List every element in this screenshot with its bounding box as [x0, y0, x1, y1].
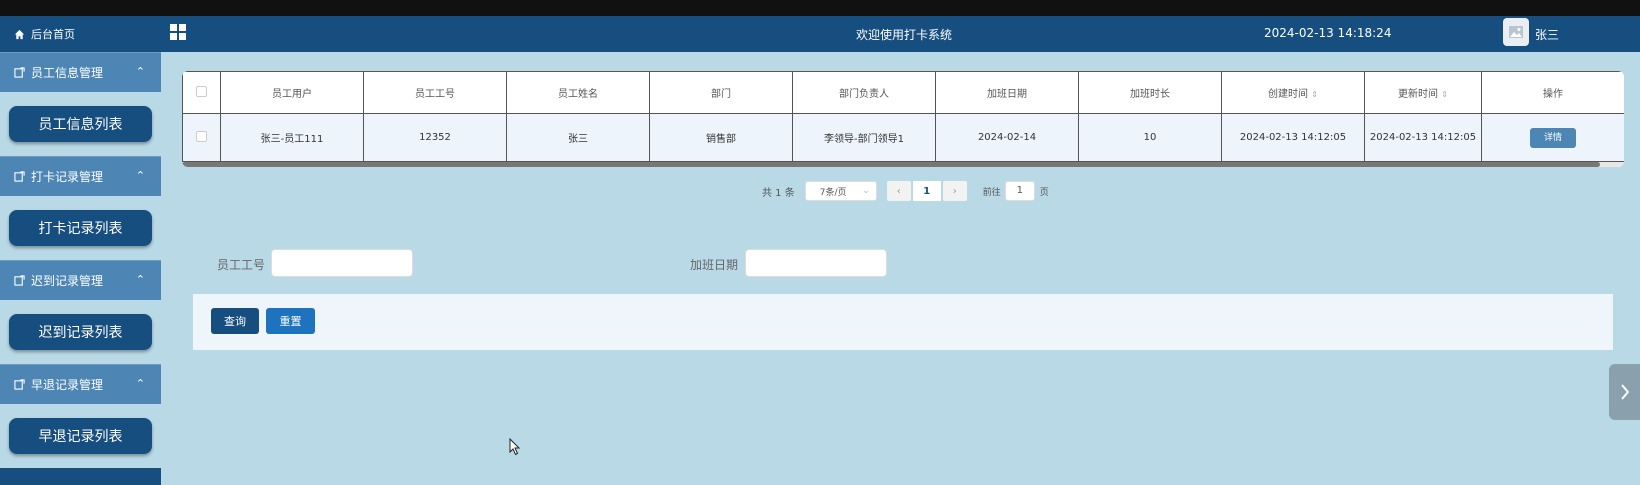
window-top-strip	[0, 0, 1640, 16]
button-bar: 查询 重置	[193, 294, 1613, 350]
sidebar-group-clock[interactable]: 打卡记录管理 ⌃	[0, 156, 161, 196]
edit-icon	[14, 67, 25, 78]
sidebar-sub: 迟到记录列表	[0, 300, 161, 364]
sort-icon[interactable]: ⇕	[1311, 90, 1318, 99]
ot-date-input[interactable]	[745, 249, 887, 277]
cell-updated: 2024-02-13 14:12:05	[1364, 113, 1482, 162]
sidebar: 后台首页 员工信息管理 ⌃ 员工信息列表 打卡记录管理 ⌃ 打卡记录列表 迟到记…	[0, 16, 161, 485]
sort-icon[interactable]: ⇕	[1441, 90, 1448, 99]
mouse-cursor-icon	[509, 437, 521, 459]
avatar[interactable]	[1503, 18, 1529, 46]
chevron-up-icon: ⌃	[135, 273, 145, 286]
next-page-button[interactable]: ›	[942, 181, 967, 201]
edit-icon	[14, 275, 25, 286]
cell-name: 张三	[506, 113, 650, 162]
image-icon	[1509, 26, 1523, 38]
table-row: 张三-员工111 12352 张三 销售部 李领导-部门领导1 2024-02-…	[182, 113, 1624, 162]
sidebar-item-late-list[interactable]: 迟到记录列表	[9, 314, 152, 350]
goto-page-input[interactable]: 1	[1004, 181, 1035, 201]
sidebar-sub: 打卡记录列表	[0, 196, 161, 260]
column-header-sortable[interactable]: 创建时间 ⇕	[1221, 71, 1365, 114]
page-size-value: 7条/页	[819, 187, 847, 198]
page-size-select[interactable]: 7条/页 ⌄	[804, 181, 877, 201]
sidebar-group-label: 早退记录管理	[31, 378, 104, 392]
sidebar-sub: 早退记录列表	[0, 404, 161, 468]
cell-ot-hours: 10	[1078, 113, 1222, 162]
column-header: 员工工号	[363, 71, 507, 114]
header-username[interactable]: 张三	[1535, 26, 1559, 43]
emp-no-input[interactable]	[271, 249, 413, 277]
column-header: 部门负责人	[792, 71, 936, 114]
chevron-right-icon	[1620, 384, 1629, 400]
chevron-down-icon: ⌄	[862, 186, 870, 196]
column-header: 员工用户	[220, 71, 364, 114]
sidebar-group-label: 员工信息管理	[31, 66, 104, 80]
detail-button[interactable]: 详情	[1530, 127, 1576, 148]
home-icon	[14, 29, 25, 39]
chevron-up-icon: ⌃	[135, 377, 145, 390]
table-scrollbar[interactable]	[182, 162, 1600, 167]
page-number[interactable]: 1	[912, 181, 941, 201]
sidebar-home[interactable]: 后台首页	[0, 16, 161, 52]
sidebar-group-label: 打卡记录管理	[31, 170, 104, 184]
sidebar-sub: 员工信息列表	[0, 92, 161, 156]
pagination: 共 1 条 7条/页 ⌄ ‹ 1 › 前往 1 页	[762, 181, 1049, 201]
emp-no-label: 员工工号	[217, 258, 266, 272]
cell-leader: 李领导-部门领导1	[792, 113, 936, 162]
expand-panel-button[interactable]	[1609, 364, 1640, 420]
ot-date-label: 加班日期	[690, 258, 739, 272]
sidebar-group-early[interactable]: 早退记录管理 ⌃	[0, 364, 161, 404]
edit-icon	[14, 171, 25, 182]
select-all-checkbox[interactable]	[196, 85, 207, 97]
prev-page-button[interactable]: ‹	[886, 181, 911, 201]
menu-grid-icon[interactable]	[170, 24, 186, 40]
column-header-sortable[interactable]: 更新时间 ⇕	[1364, 71, 1482, 114]
sidebar-home-label: 后台首页	[31, 28, 75, 41]
edit-icon	[14, 379, 25, 390]
column-header: 员工姓名	[506, 71, 650, 114]
cell-ot-date: 2024-02-14	[935, 113, 1079, 162]
cell-action: 详情	[1481, 113, 1624, 162]
sidebar-item-employee-list[interactable]: 员工信息列表	[9, 106, 152, 142]
chevron-up-icon: ⌃	[135, 65, 145, 78]
column-label: 创建时间	[1268, 89, 1309, 100]
chevron-right-icon: ›	[952, 185, 957, 197]
page-unit-label: 页	[1039, 187, 1049, 198]
query-button[interactable]: 查询	[211, 308, 259, 334]
goto-label: 前往	[982, 187, 1001, 198]
sidebar-group-label: 迟到记录管理	[31, 274, 104, 288]
column-header: 操作	[1481, 71, 1624, 114]
data-table: 员工用户 员工工号 员工姓名 部门 部门负责人 加班日期 加班时长 创建时间 ⇕…	[182, 71, 1624, 167]
cell-dept: 销售部	[649, 113, 793, 162]
column-label: 更新时间	[1398, 89, 1439, 100]
cell-user: 张三-员工111	[220, 113, 364, 162]
sidebar-item-early-list[interactable]: 早退记录列表	[9, 418, 152, 454]
select-all-cell	[182, 71, 221, 114]
sidebar-item-clock-list[interactable]: 打卡记录列表	[9, 210, 152, 246]
chevron-left-icon: ‹	[896, 185, 901, 197]
top-header: 欢迎使用打卡系统 2024-02-13 14:18:24 张三	[161, 16, 1640, 52]
header-datetime: 2024-02-13 14:18:24	[1264, 26, 1392, 40]
header-title: 欢迎使用打卡系统	[856, 28, 953, 42]
cell-emp-no: 12352	[363, 113, 507, 162]
row-select-cell	[182, 113, 221, 162]
pagination-total: 共 1 条	[762, 187, 795, 199]
column-header: 加班时长	[1078, 71, 1222, 114]
reset-button[interactable]: 重置	[266, 308, 315, 334]
chevron-up-icon: ⌃	[135, 169, 145, 182]
table-header-row: 员工用户 员工工号 员工姓名 部门 部门负责人 加班日期 加班时长 创建时间 ⇕…	[182, 71, 1624, 114]
cell-created: 2024-02-13 14:12:05	[1221, 113, 1365, 162]
sidebar-group-employee[interactable]: 员工信息管理 ⌃	[0, 52, 161, 92]
column-header: 加班日期	[935, 71, 1079, 114]
row-checkbox[interactable]	[196, 130, 207, 142]
column-header: 部门	[649, 71, 793, 114]
sidebar-group-late[interactable]: 迟到记录管理 ⌃	[0, 260, 161, 300]
